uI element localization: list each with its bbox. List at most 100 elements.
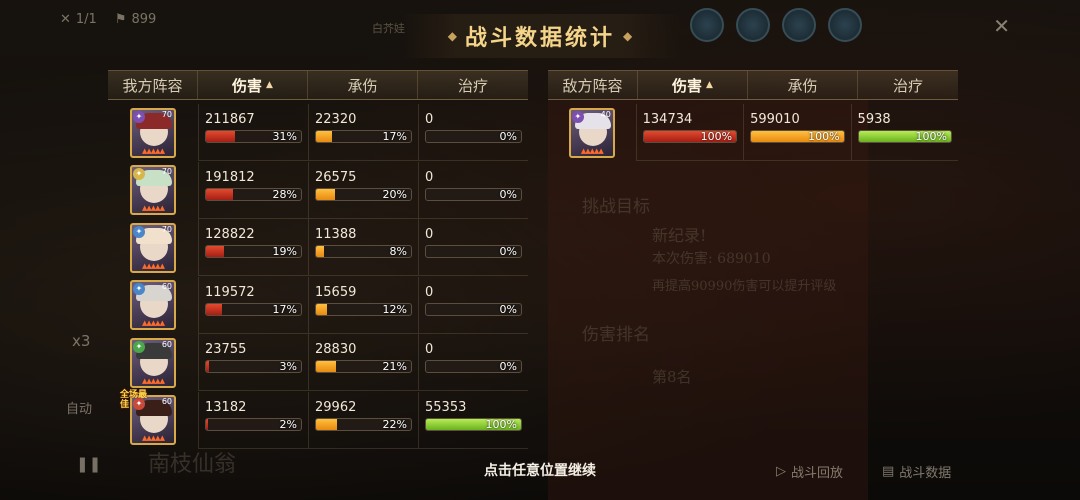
taken-bar-fill — [316, 303, 328, 315]
taken-value: 29962 — [315, 399, 357, 415]
battle-data-button[interactable]: ▤ 战斗数据 — [882, 462, 951, 481]
heal-value: 0 — [425, 227, 434, 242]
star-rating-icon: ▲▲▲▲▲ — [142, 204, 165, 212]
taken-cell: 11388 8% — [308, 219, 418, 276]
damage-value: 13182 — [205, 399, 247, 415]
taken-cell: 599010 100% — [743, 104, 851, 161]
element-icon: ✦ — [133, 283, 145, 295]
flag-icon: ⚑ — [114, 12, 127, 27]
heal-cell: 5938 100% — [850, 104, 958, 161]
damage-value: 134734 — [642, 112, 693, 127]
heal-value: 55353 — [425, 399, 467, 415]
ally-damage-tab[interactable]: 伤害 ▲ — [198, 71, 308, 99]
enemy-team-label: 敌方阵容 — [548, 71, 638, 99]
crossed-swords-icon: ✕ — [60, 12, 71, 27]
enemy-stats-table: ✦ 40 ▲▲▲▲▲ 134734 100% 599010 100% 5938 100% — [548, 104, 958, 164]
heal-bar: 0% — [425, 245, 522, 258]
damage-cell: 23755 3% — [198, 334, 308, 391]
enemy-heal-tab[interactable]: 治疗 — [858, 71, 958, 99]
hero-avatar[interactable]: ✦ 60 ▲▲▲▲▲ — [130, 280, 176, 330]
taken-bar-fill — [316, 361, 336, 372]
damage-percent: 3% — [279, 360, 297, 373]
taken-percent: 22% — [382, 417, 407, 431]
taken-bar: 17% — [315, 130, 412, 143]
damage-bar-fill — [206, 246, 225, 257]
taken-value: 22320 — [315, 112, 357, 127]
damage-cell: 128822 19% — [198, 219, 308, 276]
taken-value: 599010 — [750, 112, 800, 127]
taken-cell: 15659 12% — [308, 276, 418, 334]
allies-row: ✦ 70 ▲▲▲▲▲ 211867 31% 22320 17% 0 0% — [108, 104, 528, 161]
heal-value: 0 — [425, 284, 434, 300]
star-rating-icon: ▲▲▲▲▲ — [142, 376, 165, 385]
taken-value: 11388 — [315, 227, 357, 242]
damage-cell: 13182 2% — [198, 391, 308, 449]
hero-level: 70 — [161, 167, 172, 176]
damage-bar: 100% — [642, 130, 738, 143]
heal-percent: 0% — [499, 245, 517, 258]
damage-cell: 119572 17% — [198, 276, 308, 334]
ally-heal-tab[interactable]: 治疗 — [418, 71, 528, 99]
star-rating-icon: ▲▲▲▲▲ — [142, 261, 165, 270]
skill-bar — [690, 8, 862, 42]
heal-cell: 55353 100% — [418, 391, 528, 449]
hero-level: 60 — [161, 339, 172, 349]
taken-percent: 21% — [382, 360, 407, 373]
hero-level: 60 — [161, 282, 172, 291]
element-icon: ✦ — [133, 225, 145, 238]
allies-row: ✦ 60 ▲▲▲▲▲ 119572 17% 15659 12% 0 0% — [108, 276, 528, 334]
taken-value: 28830 — [315, 342, 357, 357]
close-icon[interactable]: ✕ — [993, 14, 1010, 38]
ally-stats-table: ✦ 70 ▲▲▲▲▲ 211867 31% 22320 17% 0 0% ✦ 70 ▲▲▲▲▲ 1918… — [108, 104, 528, 449]
decor-icon: ◆ — [623, 29, 633, 43]
speed-button[interactable]: x3 — [72, 332, 90, 350]
hero-avatar[interactable]: ✦ 70 ▲▲▲▲▲ — [130, 222, 176, 273]
damage-cell: 211867 31% — [198, 104, 308, 161]
auto-button[interactable]: 自动 — [66, 398, 92, 417]
ally-taken-tab[interactable]: 承伤 — [308, 71, 418, 99]
taken-value: 15659 — [315, 284, 357, 300]
taken-bar-fill — [316, 418, 337, 430]
damage-bar: 28% — [205, 187, 302, 201]
damage-bar: 2% — [205, 417, 302, 431]
hero-avatar[interactable]: ✦ 40 ▲▲▲▲▲ — [568, 107, 615, 158]
heal-bar: 0% — [425, 130, 522, 143]
taken-bar: 21% — [315, 360, 412, 373]
taken-bar: 12% — [315, 302, 412, 316]
taken-percent: 20% — [382, 187, 407, 201]
heal-bar: 0% — [425, 360, 522, 373]
heal-value: 5938 — [857, 112, 891, 127]
heal-percent: 0% — [499, 130, 517, 143]
enemy-damage-tab[interactable]: 伤害 ▲ — [638, 71, 748, 99]
taken-cell: 28830 21% — [308, 334, 418, 391]
replay-button[interactable]: ▷ 战斗回放 — [776, 462, 843, 481]
damage-bar-fill — [206, 361, 209, 372]
skill-icon-2 — [736, 8, 770, 42]
taken-bar: 8% — [315, 245, 412, 258]
heal-cell: 0 0% — [418, 334, 528, 391]
taken-bar-fill — [316, 131, 333, 142]
damage-value: 191812 — [205, 169, 255, 185]
hero-avatar[interactable]: ✦ 70 ▲▲▲▲▲ — [130, 107, 176, 158]
taken-percent: 12% — [382, 302, 407, 316]
hero-level: 40 — [600, 109, 611, 119]
enemy-taken-tab[interactable]: 承伤 — [748, 71, 858, 99]
heal-percent: 100% — [485, 417, 517, 431]
taken-percent: 8% — [389, 245, 407, 258]
damage-cell: 191812 28% — [198, 161, 308, 219]
damage-bar-fill — [206, 188, 233, 200]
hero-avatar[interactable]: ✦ 60 ▲▲▲▲▲ — [130, 337, 176, 388]
hero-cell: ✦ 70 ▲▲▲▲▲ — [108, 219, 198, 276]
star-rating-icon: ▲▲▲▲▲ — [142, 434, 165, 442]
allies-row: ✦ 60 ▲▲▲▲▲ 23755 3% 28830 21% 0 0% — [108, 334, 528, 391]
title-banner: ◆ 战斗数据统计 ◆ — [400, 14, 680, 58]
damage-percent: 2% — [279, 417, 297, 431]
ally-header: 我方阵容 伤害 ▲ 承伤 治疗 — [108, 70, 528, 100]
enemy-header: 敌方阵容 伤害 ▲ 承伤 治疗 — [548, 70, 958, 100]
taken-bar: 20% — [315, 187, 412, 201]
heal-percent: 0% — [499, 302, 517, 316]
hero-avatar[interactable]: ✦ 70 ▲▲▲▲▲ — [130, 165, 176, 215]
hero-level: 70 — [161, 224, 172, 234]
taken-value: 26575 — [315, 169, 357, 185]
hero-cell: ✦ 40 ▲▲▲▲▲ — [548, 104, 636, 161]
